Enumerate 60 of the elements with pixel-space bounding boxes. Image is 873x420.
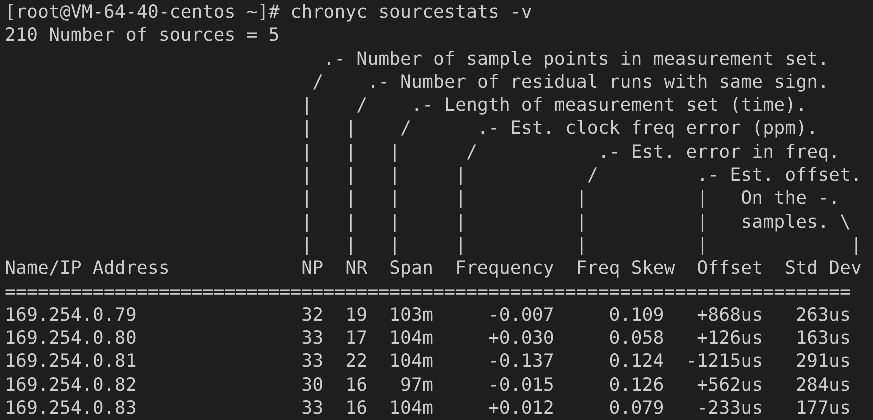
table-cell: 104m	[390, 327, 434, 350]
table-cell: 22	[346, 350, 368, 374]
table-cell: 33	[302, 350, 324, 374]
table-cell: 104m	[390, 350, 434, 374]
table-cell: 103m	[390, 304, 434, 328]
table-cell: 30	[302, 374, 324, 398]
table-cell: -1215us	[686, 350, 764, 374]
legend-line: | / .- Length of measurement set (time).	[300, 94, 808, 118]
legend-line: | | | | / .- Est. offset.	[300, 164, 862, 188]
table-cell: 169.254.0.82	[5, 374, 137, 398]
table-cell: 169.254.0.81	[5, 350, 137, 374]
table-cell: +126us	[697, 327, 764, 350]
table-cell: +868us	[697, 304, 764, 328]
table-cell: -0.015	[488, 374, 554, 398]
table-cell: 16	[346, 397, 368, 420]
table-cell: -0.007	[488, 304, 554, 328]
table-cell: 169.254.0.80	[5, 327, 137, 350]
table-cell: 0.126	[609, 374, 664, 398]
legend-line: | | | | | | |	[300, 234, 862, 258]
table-cell: 263us	[796, 304, 851, 328]
command-prompt: [root@VM-64-40-centos ~]# chronyc sourcestats -v	[5, 1, 532, 24]
table-cell: 97m	[400, 374, 434, 398]
table-cell: 169.254.0.79	[5, 304, 137, 328]
table-cell: 0.079	[609, 397, 664, 420]
table-cell: 33	[302, 327, 324, 350]
legend-line: | | / .- Est. clock freq error (ppm).	[300, 117, 818, 141]
column-header: Name/IP Address	[5, 257, 170, 281]
terminal-line: 210 Number of sources = 5	[5, 24, 280, 48]
column-header: Frequency	[455, 257, 554, 281]
table-cell: 0.109	[609, 304, 664, 328]
legend-line: .- Number of sample points in measurement set.	[322, 48, 830, 71]
column-header: NR	[346, 257, 368, 281]
table-cell: 284us	[796, 374, 851, 398]
table-cell: 16	[346, 374, 368, 398]
column-header: Std Dev	[785, 257, 862, 281]
column-header: Freq Skew	[576, 257, 676, 281]
table-cell: +0.030	[488, 327, 554, 350]
table-cell: +562us	[697, 374, 764, 398]
legend-line: | | | / .- Est. error in freq.	[300, 140, 840, 164]
table-cell: 0.058	[609, 327, 664, 350]
legend-line: | | | | | | samples. \	[300, 210, 852, 234]
table-cell: 291us	[796, 350, 851, 374]
table-cell: 177us	[796, 397, 851, 420]
column-header: NP	[302, 257, 324, 281]
table-cell: -0.137	[488, 350, 554, 374]
table-cell: -233us	[697, 397, 764, 420]
table-cell: 32	[302, 304, 324, 328]
column-header: Offset	[697, 257, 764, 281]
table-cell: 163us	[796, 327, 851, 350]
table-cell: 0.124	[609, 350, 664, 374]
column-header: Span	[390, 257, 434, 281]
table-cell: 33	[302, 397, 324, 420]
table-cell: +0.012	[488, 397, 554, 420]
legend-line: | | | | | | On the -.	[300, 187, 840, 211]
separator-line: =============================================================================	[5, 280, 852, 304]
table-cell: 17	[346, 327, 368, 350]
table-cell: 104m	[390, 397, 434, 420]
table-cell: 19	[346, 304, 368, 328]
legend-line: / .- Number of residual runs with same sign.	[312, 70, 830, 94]
table-cell: 169.254.0.83	[5, 397, 137, 420]
